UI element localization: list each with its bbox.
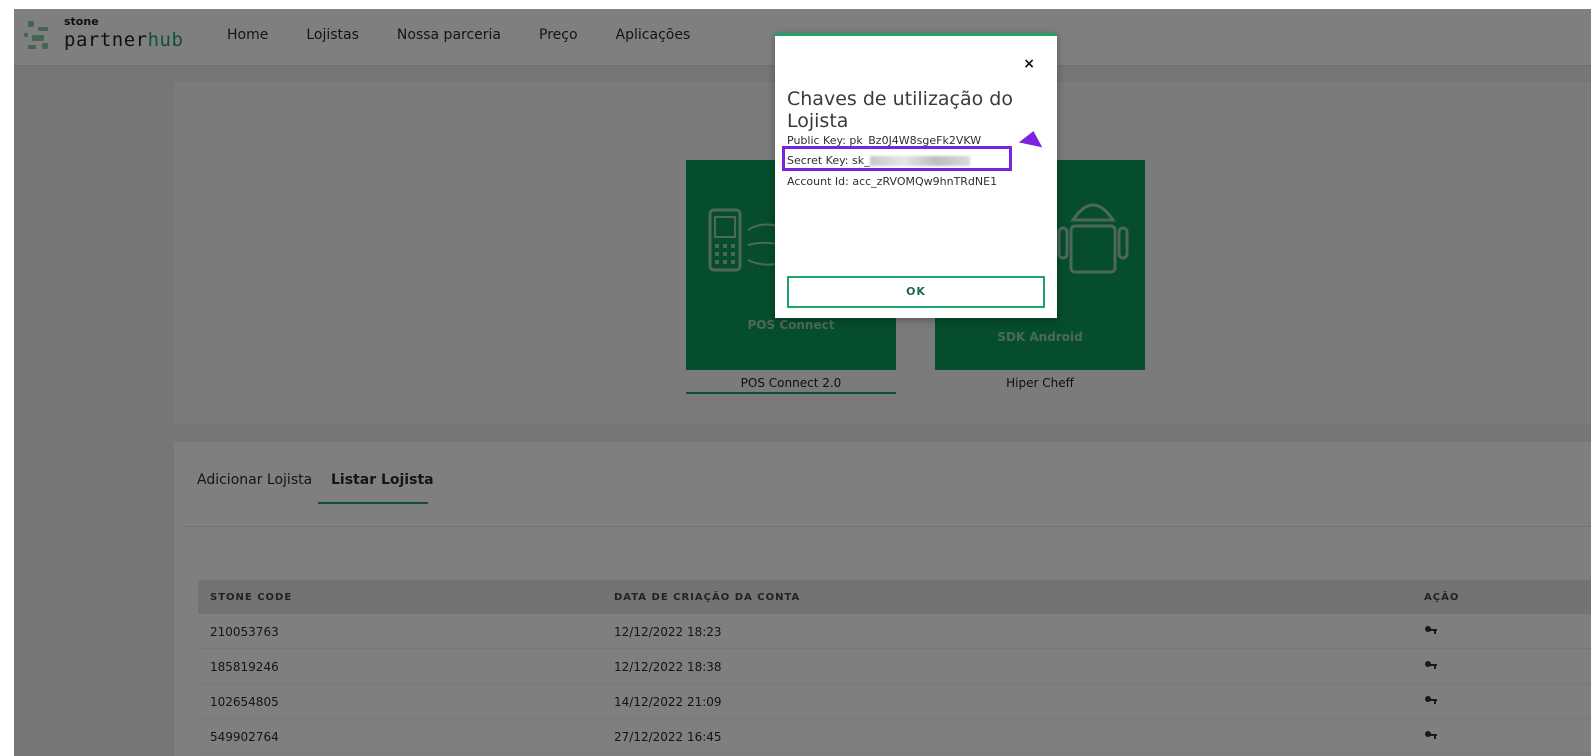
- modal-title: Chaves de utilização do Lojista: [787, 88, 1013, 132]
- ok-button[interactable]: OK: [787, 276, 1045, 308]
- secret-key-highlight: [782, 146, 1012, 171]
- account-id-text: Account Id: acc_zRVOMQw9hnTRdNE1: [787, 175, 998, 188]
- top-edge: [0, 0, 1591, 9]
- merchant-keys-modal: × Chaves de utilização do Lojista Public…: [775, 33, 1057, 318]
- close-icon[interactable]: ×: [1023, 56, 1035, 72]
- left-edge: [0, 0, 14, 756]
